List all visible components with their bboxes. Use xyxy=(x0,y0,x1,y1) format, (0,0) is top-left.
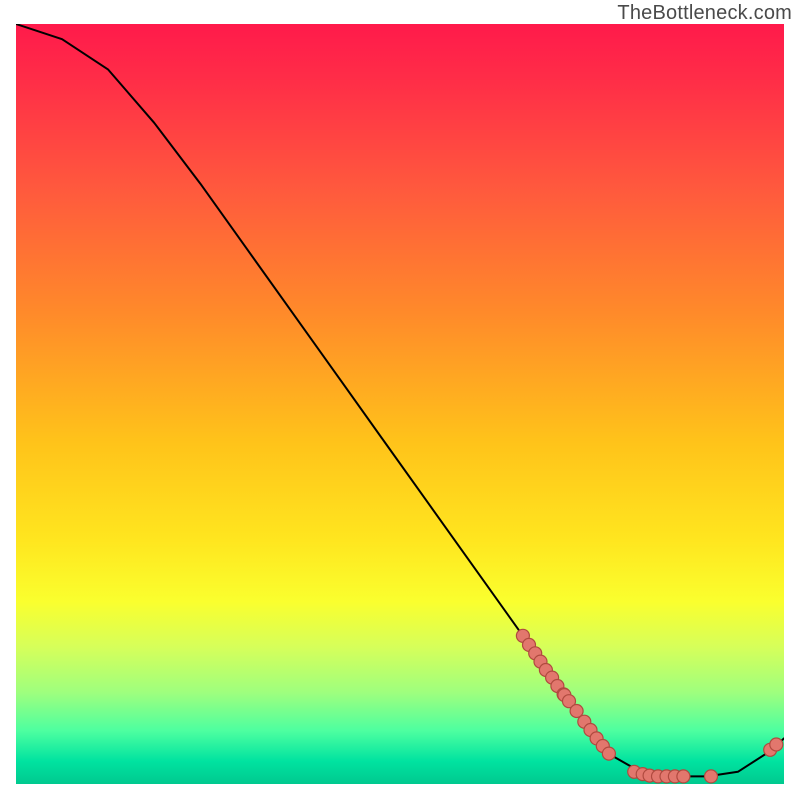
plot-area xyxy=(16,24,784,784)
watermark-text: TheBottleneck.com xyxy=(617,2,792,25)
chart-container: TheBottleneck.com xyxy=(0,0,800,800)
chart-svg xyxy=(16,24,784,784)
data-point xyxy=(677,770,690,783)
data-points xyxy=(516,629,782,783)
data-point xyxy=(705,770,718,783)
data-point xyxy=(602,747,615,760)
bottleneck-curve xyxy=(16,24,784,776)
data-point xyxy=(770,738,783,751)
